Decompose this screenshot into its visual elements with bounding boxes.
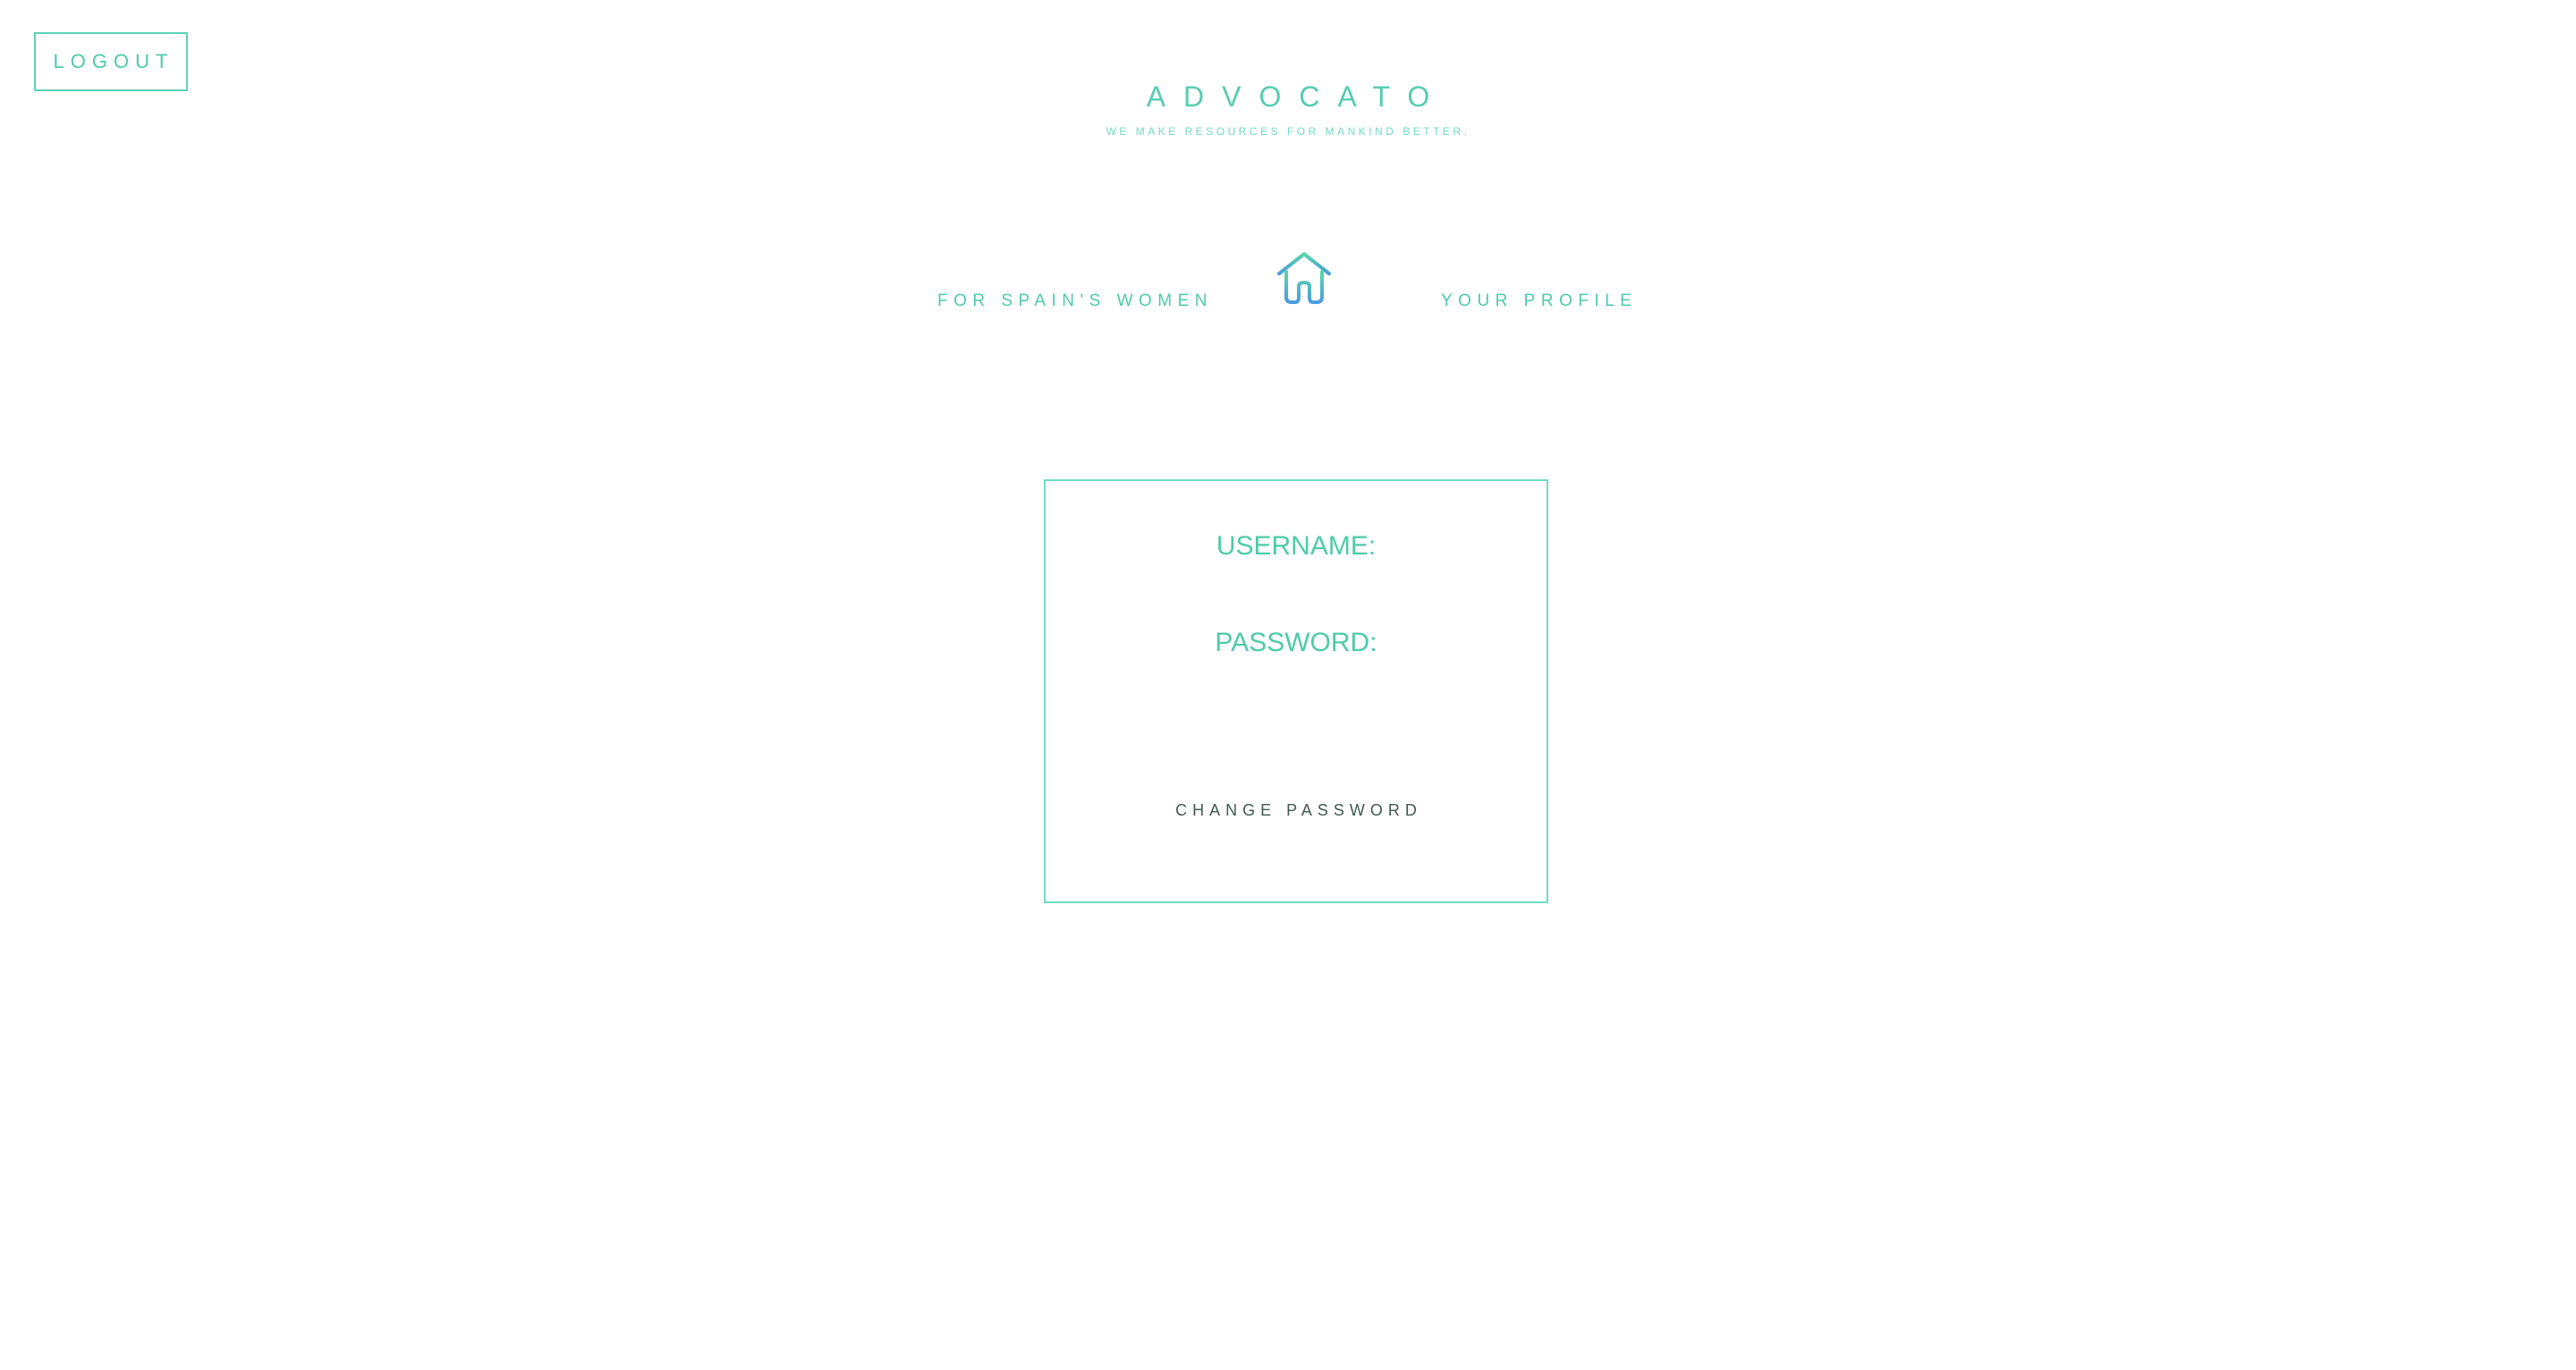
username-label: USERNAME: [1216, 531, 1377, 561]
home-icon[interactable] [1275, 250, 1333, 308]
password-label: PASSWORD: [1215, 628, 1377, 657]
brand-tagline: WE MAKE RESOURCES FOR MANKIND BETTER. [1106, 125, 1470, 138]
nav-link-spains-women[interactable]: FOR SPAIN'S WOMEN [937, 292, 1213, 311]
nav-link-your-profile[interactable]: YOUR PROFILE [1441, 292, 1637, 311]
change-password-button[interactable]: CHANGE PASSWORD [1046, 801, 1546, 820]
profile-card: USERNAME: PASSWORD: CHANGE PASSWORD [1044, 479, 1548, 903]
brand-title: ADVOCATO [1146, 80, 1448, 113]
